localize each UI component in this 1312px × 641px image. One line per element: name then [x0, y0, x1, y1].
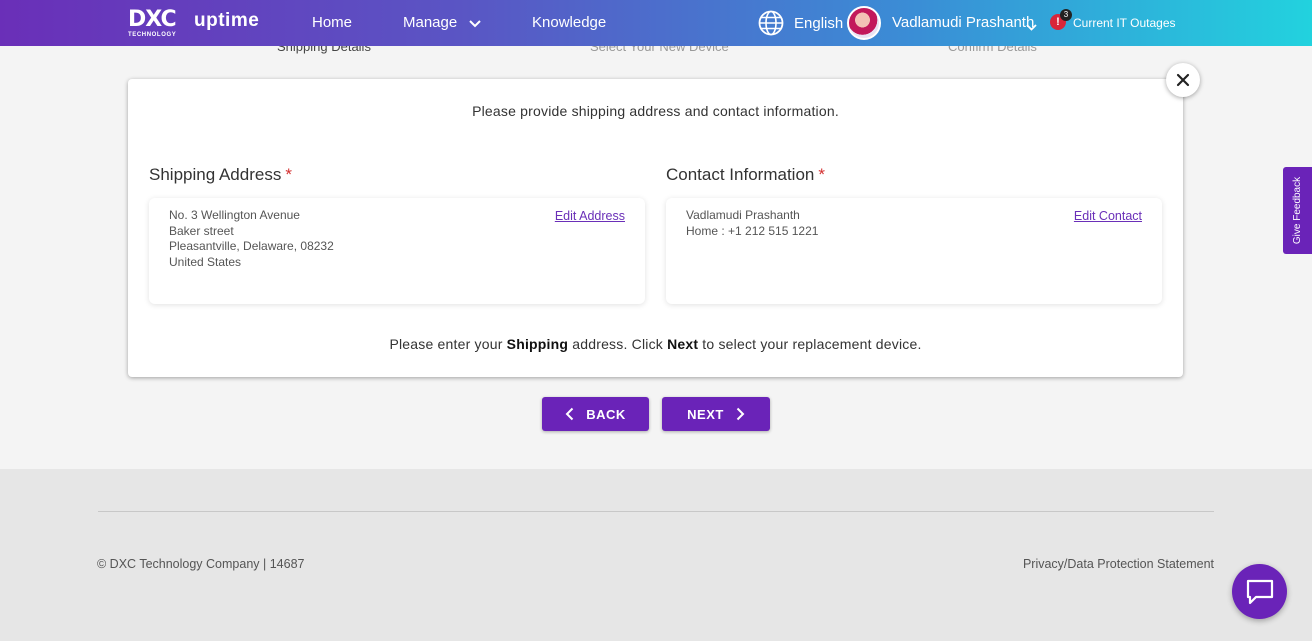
user-menu-chevron-icon[interactable] — [1026, 18, 1037, 36]
language-selector[interactable]: English — [794, 15, 843, 32]
outage-count-badge: 3 — [1060, 9, 1072, 21]
avatar[interactable] — [847, 6, 881, 40]
shipping-title-label: Shipping Address — [149, 165, 282, 184]
address-line-4: United States — [169, 254, 242, 269]
logo-mark: DXC — [128, 7, 177, 32]
give-feedback-label: Give Feedback — [1292, 176, 1304, 245]
contact-title-label: Contact Information — [666, 165, 815, 184]
chevron-left-icon — [565, 407, 574, 421]
chevron-down-icon — [469, 15, 482, 32]
shipping-address-title: Shipping Address * — [149, 165, 292, 185]
hint-bold-shipping: Shipping — [506, 336, 569, 352]
contact-information-box: Vadlamudi Prashanth Home : +1 212 515 12… — [666, 198, 1162, 304]
chat-icon — [1246, 579, 1273, 604]
globe-icon[interactable] — [758, 10, 784, 36]
next-button[interactable]: NEXT — [662, 397, 770, 431]
edit-address-link[interactable]: Edit Address — [555, 209, 625, 225]
chat-button[interactable] — [1232, 564, 1287, 619]
next-button-label: NEXT — [687, 406, 724, 422]
nav-manage-label: Manage — [403, 14, 458, 31]
privacy-statement-link[interactable]: Privacy/Data Protection Statement — [1023, 557, 1214, 571]
hint-part-3: to select your replacement device. — [698, 336, 922, 352]
required-marker: * — [818, 165, 825, 184]
close-button[interactable] — [1166, 63, 1200, 97]
contact-phone: Home : +1 212 515 1221 — [686, 223, 819, 238]
hint-bold-next: Next — [667, 336, 699, 352]
contact-information-title: Contact Information * — [666, 165, 825, 185]
top-header: DXC TECHNOLOGY uptime Home Manage Knowle… — [0, 0, 1312, 46]
nav-home[interactable]: Home — [312, 14, 352, 31]
hint-part-2: address. Click — [568, 336, 668, 352]
hint-part-1: Please enter your — [389, 336, 507, 352]
app-name: uptime — [194, 10, 260, 31]
edit-contact-link[interactable]: Edit Contact — [1074, 209, 1142, 225]
give-feedback-tab[interactable]: Give Feedback — [1283, 167, 1312, 254]
shipping-card: Please provide shipping address and cont… — [128, 79, 1183, 377]
footer-divider — [98, 511, 1214, 512]
close-icon — [1176, 73, 1190, 87]
card-hint-text: Please enter your Shipping address. Clic… — [128, 336, 1183, 352]
logo-subtitle: TECHNOLOGY — [128, 32, 177, 38]
nav-manage[interactable]: Manage — [403, 14, 482, 32]
dxc-logo[interactable]: DXC TECHNOLOGY — [128, 9, 186, 41]
address-line-2: Baker street — [169, 223, 234, 238]
back-button-label: BACK — [586, 406, 626, 422]
back-button[interactable]: BACK — [542, 397, 649, 431]
current-outages-link[interactable]: Current IT Outages — [1073, 16, 1176, 30]
chevron-right-icon — [736, 407, 745, 421]
nav-knowledge[interactable]: Knowledge — [532, 14, 606, 31]
shipping-address-box: No. 3 Wellington Avenue Baker street Ple… — [149, 198, 645, 304]
user-name[interactable]: Vadlamudi Prashanth — [892, 14, 1034, 31]
card-intro-text: Please provide shipping address and cont… — [472, 103, 839, 119]
copyright-text: © DXC Technology Company | 14687 — [97, 557, 305, 571]
page-footer: © DXC Technology Company | 14687 Privacy… — [0, 469, 1312, 641]
required-marker: * — [285, 165, 292, 184]
address-line-3: Pleasantville, Delaware, 08232 — [169, 239, 334, 253]
